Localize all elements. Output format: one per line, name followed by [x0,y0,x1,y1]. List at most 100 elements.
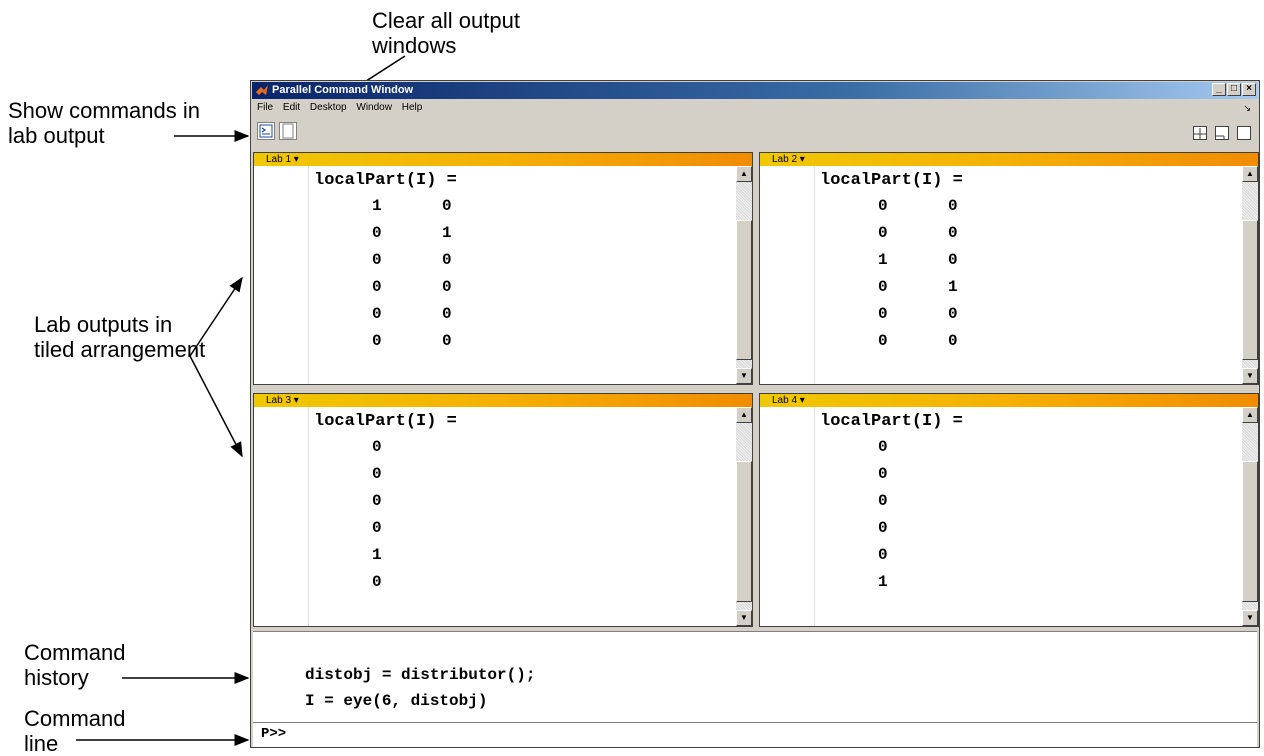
scroll-down-icon[interactable]: ▼ [736,610,752,626]
lab-4-output-pane[interactable]: Lab 4 ▾ localPart(I) = 0 0 0 0 0 1 ▲ ▼ [759,393,1259,627]
vertical-scrollbar[interactable]: ▲ ▼ [1242,166,1258,384]
lab-1-output-pane[interactable]: Lab 1 ▾ localPart(I) = 1 0 0 1 0 0 0 0 0 0 0 0 ▲ ▼ [253,152,753,385]
scroll-down-icon[interactable]: ▼ [1242,610,1258,626]
tile-layout-icon [1194,128,1206,140]
matrix-cell: 0 [878,197,888,215]
vertical-scrollbar[interactable]: ▲ ▼ [736,407,752,626]
matrix-cell: 0 [372,519,382,537]
matrix-cell: 0 [372,251,382,269]
matrix-cell: 1 [442,224,452,242]
matrix-cell: 0 [372,305,382,323]
scroll-thumb[interactable] [736,461,752,602]
command-line[interactable]: P>> [253,722,1257,747]
title-bar[interactable]: Parallel Command Window _ □ × [252,82,1258,99]
scroll-up-icon[interactable]: ▲ [736,407,752,423]
lab-label[interactable]: Lab 2 ▾ [772,153,805,166]
vertical-scrollbar[interactable]: ▲ ▼ [1242,407,1258,626]
tile-layout-button[interactable] [1193,126,1207,140]
matrix-cell: 0 [372,492,382,510]
matrix-cell: 0 [948,251,958,269]
close-button[interactable]: × [1242,83,1256,96]
lab-header[interactable]: Lab 3 ▾ [254,394,752,407]
lab-output-title: localPart(I) = [820,412,963,431]
dock-icon [1216,135,1225,140]
lab-2-output-pane[interactable]: Lab 2 ▾ localPart(I) = 0 0 0 0 1 0 0 1 0 0 0 0 ▲ ▼ [759,152,1259,385]
matrix-cell: 0 [372,224,382,242]
lab-gutter [760,407,815,626]
minimize-button[interactable]: _ [1212,83,1226,96]
matrix-cell: 1 [878,573,888,591]
matrix-cell: 0 [372,438,382,456]
matrix-cell: 0 [878,224,888,242]
scroll-down-icon[interactable]: ▼ [736,368,752,384]
matrix-cell: 0 [948,332,958,350]
lab-header[interactable]: Lab 1 ▾ [254,153,752,166]
annotation-command-history: Command history [24,640,126,690]
matrix-cell: 0 [948,224,958,242]
window-title: Parallel Command Window [272,84,414,96]
matrix-cell: 0 [442,278,452,296]
show-commands-icon [259,124,273,138]
matrix-cell: 0 [372,573,382,591]
lab-gutter [254,166,309,384]
scroll-thumb[interactable] [1242,220,1258,360]
lab-output-title: localPart(I) = [820,171,963,190]
single-window-button[interactable] [1237,126,1251,140]
maximize-button[interactable]: □ [1227,83,1241,96]
command-prompt: P>> [261,726,287,742]
annotation-lab-outputs: Lab outputs in tiled arrangement [34,312,206,362]
scroll-thumb[interactable] [1242,461,1258,602]
matrix-cell: 0 [372,332,382,350]
toolbar [253,118,1257,148]
scroll-thumb[interactable] [736,220,752,360]
menu-desktop[interactable]: Desktop [306,100,350,116]
menu-window[interactable]: Window [352,100,395,116]
undock-arrow-icon[interactable]: ↘ [1243,100,1251,116]
matrix-cell: 0 [878,305,888,323]
dock-button[interactable] [1215,126,1229,140]
menu-help[interactable]: Help [398,100,426,116]
matrix-cell: 0 [442,251,452,269]
lab-header[interactable]: Lab 4 ▾ [760,394,1258,407]
scroll-down-icon[interactable]: ▼ [1242,368,1258,384]
history-line-2[interactable]: I = eye(6, distobj) [305,692,487,710]
lab-label[interactable]: Lab 4 ▾ [772,394,805,407]
matrix-cell: 1 [372,546,382,564]
lab-gutter [760,166,815,384]
vertical-scrollbar[interactable]: ▲ ▼ [736,166,752,384]
matrix-cell: 0 [372,465,382,483]
lab-header[interactable]: Lab 2 ▾ [760,153,1258,166]
matrix-cell: 0 [878,438,888,456]
matrix-cell: 0 [442,197,452,215]
scroll-up-icon[interactable]: ▲ [736,166,752,182]
matrix-cell: 0 [878,519,888,537]
scroll-up-icon[interactable]: ▲ [1242,166,1258,182]
lab-label[interactable]: Lab 1 ▾ [266,153,299,166]
clear-output-button[interactable] [279,122,297,140]
annotation-command-line: Command line [24,706,126,756]
history-line-1[interactable]: distobj = distributor(); [305,666,535,684]
matrix-cell: 0 [372,278,382,296]
menu-file[interactable]: File [253,100,276,116]
lab-3-output-pane[interactable]: Lab 3 ▾ localPart(I) = 0 0 0 0 1 0 ▲ ▼ [253,393,753,627]
annotation-show-commands: Show commands in lab output [8,98,200,148]
show-commands-button[interactable] [257,122,275,140]
matrix-cell: 0 [878,492,888,510]
matrix-cell: 0 [878,332,888,350]
scroll-up-icon[interactable]: ▲ [1242,407,1258,423]
matrix-cell: 0 [878,278,888,296]
command-history[interactable]: distobj = distributor(); I = eye(6, dist… [253,631,1257,722]
lab-label[interactable]: Lab 3 ▾ [266,394,299,407]
matrix-cell: 0 [948,305,958,323]
matrix-cell: 0 [878,546,888,564]
matrix-cell: 0 [442,332,452,350]
arrow-lab-outputs-down [189,355,243,458]
lab-output-title: localPart(I) = [314,412,457,431]
lab-output-title: localPart(I) = [314,171,457,190]
menu-edit[interactable]: Edit [279,100,303,116]
matrix-cell: 1 [372,197,382,215]
matrix-cell: 1 [878,251,888,269]
lab-gutter [254,407,309,626]
menu-bar: File Edit Desktop Window Help ↘ [253,100,1257,116]
clear-output-icon [282,123,294,139]
